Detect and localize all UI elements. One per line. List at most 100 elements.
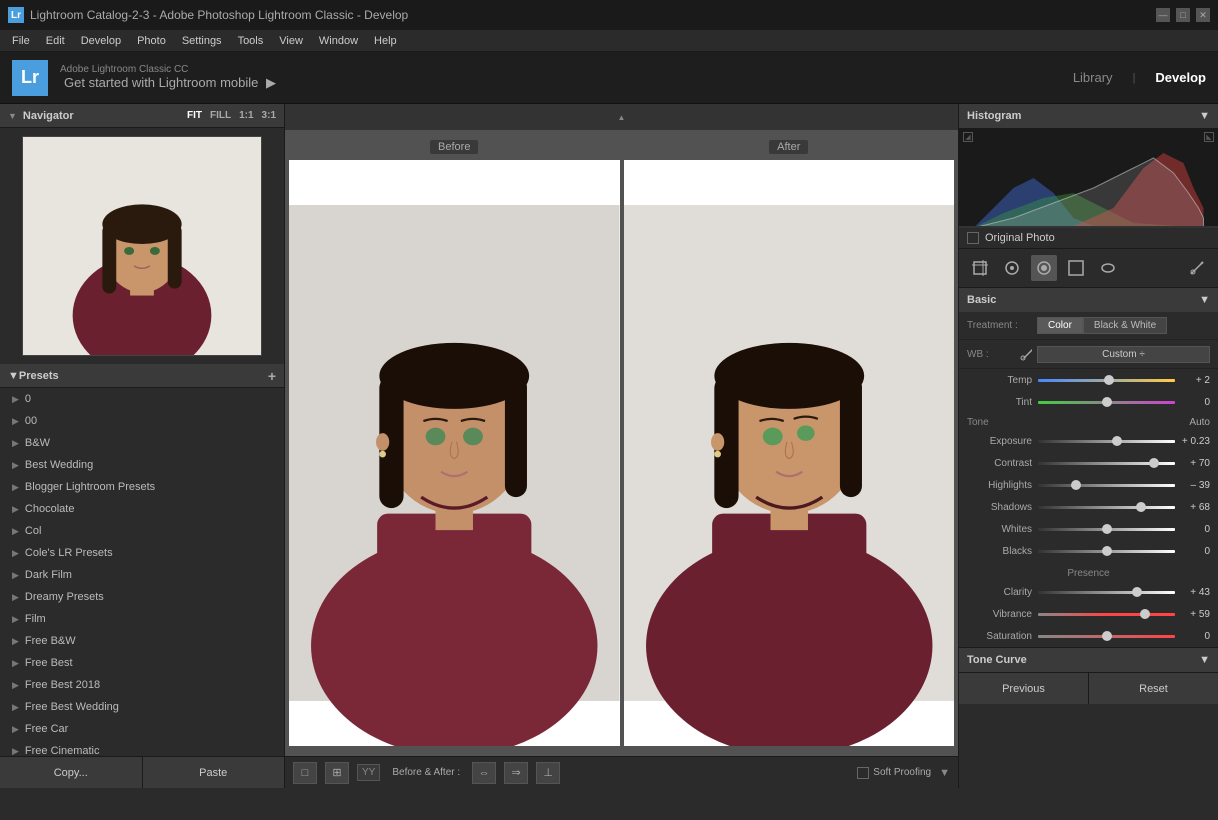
navigator-header[interactable]: ▼ Navigator FIT FILL 1:1 3:1: [0, 104, 284, 128]
tint-value: 0: [1175, 397, 1210, 408]
preset-item[interactable]: ▶Dreamy Presets: [0, 586, 284, 608]
graduated-filter-tool[interactable]: [1063, 255, 1089, 281]
shadows-slider-thumb[interactable]: [1136, 502, 1146, 512]
presets-header[interactable]: ▼ Presets +: [0, 364, 284, 388]
crop-tool[interactable]: [967, 255, 993, 281]
window-controls: — □ ✕: [1156, 8, 1210, 22]
contrast-slider-track[interactable]: [1038, 462, 1175, 465]
menu-item-file[interactable]: File: [4, 30, 38, 51]
original-photo-checkbox[interactable]: [967, 232, 979, 244]
lr-logo: Lr: [12, 60, 48, 96]
tint-slider-track[interactable]: [1038, 401, 1175, 404]
highlights-slider-row: Highlights – 39: [959, 474, 1218, 496]
preset-item[interactable]: ▶00: [0, 410, 284, 432]
contrast-slider-row: Contrast + 70: [959, 452, 1218, 474]
preset-item[interactable]: ▶Col: [0, 520, 284, 542]
maximize-button[interactable]: □: [1176, 8, 1190, 22]
close-button[interactable]: ✕: [1196, 8, 1210, 22]
tone-curve-header[interactable]: Tone Curve ▼: [959, 648, 1218, 672]
nav-develop[interactable]: Develop: [1155, 70, 1206, 85]
paste-button[interactable]: Paste: [143, 757, 285, 788]
exposure-slider-thumb[interactable]: [1112, 436, 1122, 446]
tint-slider-thumb[interactable]: [1102, 397, 1112, 407]
bw-treatment-button[interactable]: Black & White: [1083, 317, 1167, 334]
shadows-slider-row: Shadows + 68: [959, 496, 1218, 518]
preset-item[interactable]: ▶Free Best Wedding: [0, 696, 284, 718]
wb-eyedropper-tool[interactable]: [1017, 344, 1037, 364]
whites-slider-thumb[interactable]: [1102, 524, 1112, 534]
vibrance-slider-thumb[interactable]: [1140, 609, 1150, 619]
minimize-button[interactable]: —: [1156, 8, 1170, 22]
preset-item[interactable]: ▶Free Best 2018: [0, 674, 284, 696]
vibrance-value: + 59: [1175, 609, 1210, 620]
whites-value: 0: [1175, 524, 1210, 535]
spot-removal-tool[interactable]: [999, 255, 1025, 281]
preset-item[interactable]: ▶Free Car: [0, 718, 284, 740]
preset-item[interactable]: ▶Free B&W: [0, 630, 284, 652]
red-eye-tool[interactable]: [1031, 255, 1057, 281]
nav-library[interactable]: Library: [1073, 70, 1113, 85]
menu-item-window[interactable]: Window: [311, 30, 366, 51]
contrast-slider-thumb[interactable]: [1149, 458, 1159, 468]
mobile-text[interactable]: Get started with Lightroom mobile ▶: [60, 75, 1073, 91]
preset-item[interactable]: ▶Free Cinematic: [0, 740, 284, 756]
temp-slider-track[interactable]: [1038, 379, 1175, 382]
preset-item[interactable]: ▶Film: [0, 608, 284, 630]
shadows-slider-track[interactable]: [1038, 506, 1175, 509]
expand-icon[interactable]: ▼: [939, 767, 950, 779]
radial-filter-tool[interactable]: [1095, 255, 1121, 281]
copy-settings-button[interactable]: ⇒: [504, 762, 528, 784]
highlights-slider-track[interactable]: [1038, 484, 1175, 487]
adjustment-brush-tool[interactable]: [1184, 255, 1210, 281]
histogram-panel: Histogram ▼ ◢ ◣: [959, 104, 1218, 228]
add-preset-button[interactable]: +: [268, 368, 276, 384]
nav-1to1[interactable]: 1:1: [239, 110, 253, 121]
menu-item-tools[interactable]: Tools: [230, 30, 272, 51]
copy-button[interactable]: Copy...: [0, 757, 143, 788]
menu-item-photo[interactable]: Photo: [129, 30, 174, 51]
swap-before-after-button[interactable]: ⇔: [472, 762, 496, 784]
preset-item[interactable]: ▶Free Best: [0, 652, 284, 674]
lr-title-area: Adobe Lightroom Classic CC Get started w…: [60, 64, 1073, 91]
blacks-slider-track[interactable]: [1038, 550, 1175, 553]
saturation-slider-track[interactable]: [1038, 635, 1175, 638]
menu-item-edit[interactable]: Edit: [38, 30, 73, 51]
menu-item-help[interactable]: Help: [366, 30, 405, 51]
preset-item[interactable]: ▶Dark Film: [0, 564, 284, 586]
wb-value-select[interactable]: Custom ÷: [1037, 346, 1210, 363]
menu-item-view[interactable]: View: [271, 30, 311, 51]
center-button[interactable]: ⊥: [536, 762, 560, 784]
preset-item[interactable]: ▶B&W: [0, 432, 284, 454]
highlights-slider-thumb[interactable]: [1071, 480, 1081, 490]
saturation-slider-thumb[interactable]: [1102, 631, 1112, 641]
auto-button[interactable]: Auto: [1189, 417, 1210, 428]
preset-item[interactable]: ▶Blogger Lightroom Presets: [0, 476, 284, 498]
clarity-slider-thumb[interactable]: [1132, 587, 1142, 597]
vibrance-slider-track[interactable]: [1038, 613, 1175, 616]
previous-button[interactable]: Previous: [959, 673, 1089, 704]
color-treatment-button[interactable]: Color: [1037, 317, 1083, 334]
nav-fit[interactable]: FIT: [187, 110, 202, 121]
blacks-slider-thumb[interactable]: [1102, 546, 1112, 556]
preset-item[interactable]: ▶0: [0, 388, 284, 410]
menu-item-settings[interactable]: Settings: [174, 30, 230, 51]
menu-item-develop[interactable]: Develop: [73, 30, 129, 51]
whites-slider-track[interactable]: [1038, 528, 1175, 531]
blacks-slider-row: Blacks 0: [959, 540, 1218, 562]
clarity-slider-track[interactable]: [1038, 591, 1175, 594]
temp-slider-thumb[interactable]: [1104, 375, 1114, 385]
exposure-slider-track[interactable]: [1038, 440, 1175, 443]
single-view-button[interactable]: □: [293, 762, 317, 784]
reset-button[interactable]: Reset: [1089, 673, 1218, 704]
grid-view-button[interactable]: ⊞: [325, 762, 349, 784]
preset-item[interactable]: ▶Chocolate: [0, 498, 284, 520]
tint-slider-row: Tint 0: [959, 391, 1218, 413]
soft-proofing-checkbox[interactable]: [857, 767, 869, 779]
basic-header[interactable]: Basic ▼: [959, 288, 1218, 312]
nav-fill[interactable]: FILL: [210, 110, 231, 121]
app-name: Adobe Lightroom Classic CC: [60, 64, 1073, 75]
histogram-header[interactable]: Histogram ▼: [959, 104, 1218, 128]
preset-item[interactable]: ▶Cole's LR Presets: [0, 542, 284, 564]
nav-3to1[interactable]: 3:1: [262, 110, 276, 121]
preset-item[interactable]: ▶Best Wedding: [0, 454, 284, 476]
